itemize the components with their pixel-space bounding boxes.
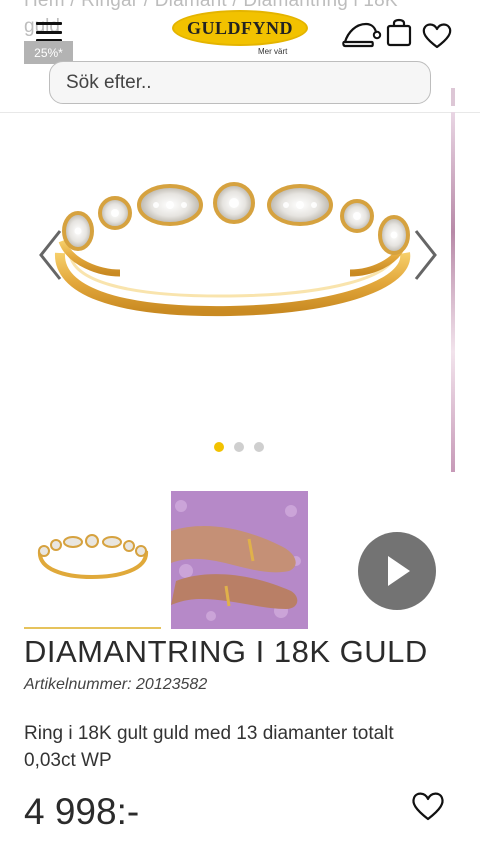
- logo[interactable]: GULDFYND: [172, 10, 308, 46]
- breadcrumb[interactable]: Hem / Ringar / Diamant / Diamantring i 1…: [24, 0, 398, 12]
- product-price: 4 998:-: [24, 791, 140, 832]
- play-icon: [388, 556, 410, 586]
- search-input[interactable]: Sök efter..: [49, 61, 431, 104]
- thumbnail-hand-photo[interactable]: [171, 491, 308, 629]
- product-page: { "header": { "breadcrumb": "Hem / Ringa…: [0, 0, 480, 866]
- chevron-right-icon[interactable]: [412, 225, 440, 285]
- scrollbar-strip-top: [451, 88, 455, 106]
- santa-hat-icon[interactable]: [342, 18, 382, 48]
- product-image-ring[interactable]: [0, 113, 451, 473]
- product-description: Ring i 18K gult guld med 13 diamanter to…: [24, 723, 394, 771]
- video-play-button[interactable]: [358, 532, 436, 610]
- gallery-pagination: [214, 442, 264, 452]
- thumbnail-ring[interactable]: [24, 491, 161, 629]
- article-number: Artikelnummer: 20123582: [24, 676, 208, 693]
- shopping-bag-icon[interactable]: [385, 16, 413, 48]
- wishlist-heart-icon[interactable]: [410, 790, 446, 822]
- product-title: DIAMANTRING I 18K GULD: [24, 634, 428, 669]
- logo-tagline: Mer värt: [258, 47, 288, 56]
- thumbnail-active-indicator: [24, 627, 161, 629]
- scrollbar-strip: [451, 112, 455, 472]
- pagination-dot[interactable]: [234, 442, 244, 452]
- pagination-dot[interactable]: [254, 442, 264, 452]
- search-placeholder: Sök efter..: [66, 71, 152, 93]
- chevron-left-icon[interactable]: [36, 225, 64, 285]
- heart-icon[interactable]: [421, 22, 453, 50]
- logo-text: GULDFYND: [187, 17, 293, 38]
- menu-icon[interactable]: [36, 22, 62, 42]
- pagination-dot[interactable]: [214, 442, 224, 452]
